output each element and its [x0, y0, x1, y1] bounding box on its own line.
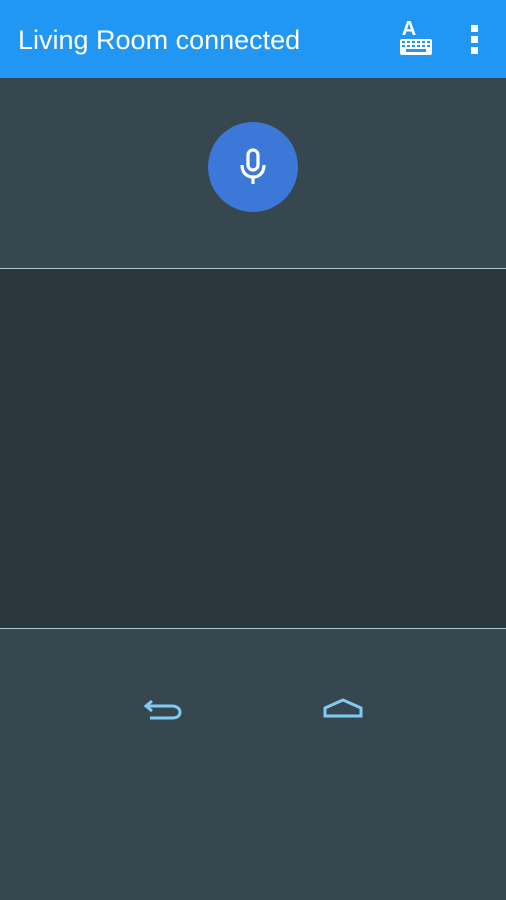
- microphone-icon: [240, 148, 266, 184]
- back-button[interactable]: [130, 685, 194, 733]
- home-icon: [323, 698, 363, 718]
- remote-control-screen: Living Room connected A: [0, 0, 506, 900]
- voice-panel: [0, 78, 506, 268]
- touchpad-area[interactable]: [0, 269, 506, 628]
- navigation-panel: [0, 629, 506, 900]
- home-button[interactable]: [312, 685, 376, 733]
- app-bar: Living Room connected A: [0, 0, 506, 78]
- app-title: Living Room connected: [18, 25, 301, 55]
- svg-text:A: A: [402, 18, 416, 40]
- keyboard-icon: A: [400, 18, 432, 55]
- back-arrow-icon: [143, 699, 182, 720]
- keyboard-button[interactable]: A: [392, 16, 438, 62]
- overflow-menu-icon: [471, 25, 478, 54]
- voice-search-button[interactable]: [208, 122, 298, 212]
- overflow-menu-button[interactable]: [458, 16, 492, 62]
